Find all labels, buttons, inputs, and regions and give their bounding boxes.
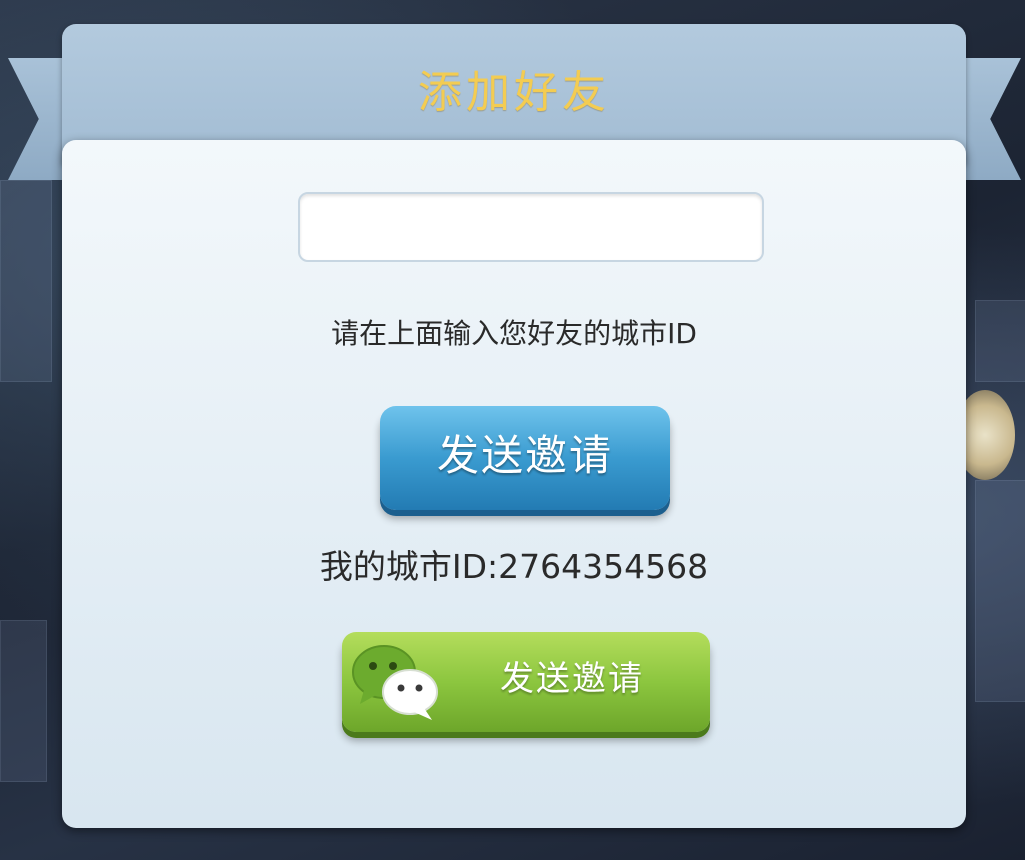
dialog-title: 添加好友 xyxy=(418,67,610,118)
background-building xyxy=(0,180,52,382)
input-hint: 请在上面输入您好友的城市ID xyxy=(331,317,697,350)
background-building xyxy=(975,300,1025,382)
send-invite-button[interactable]: 发送邀请 xyxy=(380,406,670,510)
friend-city-id-input[interactable] xyxy=(298,192,764,262)
background-building xyxy=(975,480,1025,702)
my-city-id: 我的城市ID:2764354568 xyxy=(319,547,709,586)
game-screen: 添加好友 请在上面输入您好友的城市ID 发送邀请 我的城市ID:27643545… xyxy=(0,0,1025,860)
add-friend-panel: 请在上面输入您好友的城市ID 发送邀请 我的城市ID:2764354568 发送… xyxy=(62,140,966,828)
send-invite-label: 发送邀请 xyxy=(436,431,613,480)
background-building xyxy=(0,620,47,782)
wechat-icon xyxy=(352,645,438,720)
wechat-invite-label: 发送邀请 xyxy=(500,659,644,699)
wechat-invite-button[interactable]: 发送邀请 xyxy=(342,632,710,732)
